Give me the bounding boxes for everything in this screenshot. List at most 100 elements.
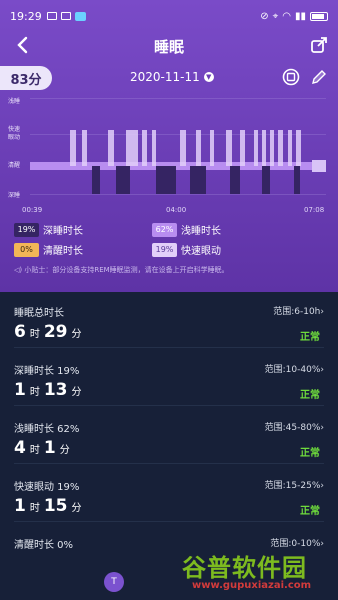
nav-bar: 睡眠 xyxy=(0,34,338,58)
gallery-icon xyxy=(46,12,57,20)
legend-awake: 0% 清醒时长 xyxy=(14,242,152,257)
deep-sleep-segment xyxy=(92,166,100,194)
date-selector[interactable]: 2020-11-11 ▼ xyxy=(130,70,214,84)
legend-row-2: 0% 清醒时长 19% 快速眼动 xyxy=(14,242,326,257)
watermark-text: 谷普软件园 xyxy=(182,554,307,582)
stat-row-rem[interactable]: 快速眼动 19% 范围:15-25%› 1 时 15 分 正常 xyxy=(14,466,324,522)
wake-segment xyxy=(312,160,326,172)
edit-button[interactable] xyxy=(310,68,328,86)
stat-label: 清醒时长 0% xyxy=(14,540,74,551)
deep-sleep-segment xyxy=(262,166,270,194)
rem-segment xyxy=(288,130,292,166)
stat-label: 睡眠总时长 xyxy=(14,308,64,319)
legend-rem-pct: 19% xyxy=(152,242,177,257)
legend-rem: 19% 快速眼动 xyxy=(152,242,290,257)
signal-icon: ▮▮ xyxy=(294,10,306,22)
chevron-right-icon: › xyxy=(320,423,324,433)
stat-range[interactable]: 范围:15-25%› xyxy=(265,478,324,491)
legend-deep-sleep-pct: 19% xyxy=(14,222,39,237)
rem-segment xyxy=(196,130,201,166)
rem-segment xyxy=(108,130,114,166)
chevron-right-icon: › xyxy=(320,307,324,317)
rem-segment xyxy=(278,130,283,166)
stat-status: 正常 xyxy=(300,390,320,401)
stat-range[interactable]: 范围:45-80%› xyxy=(265,420,324,433)
rem-segment xyxy=(210,130,214,166)
share-icon xyxy=(311,37,327,53)
rem-segment xyxy=(180,130,186,166)
pencil-icon xyxy=(312,70,326,84)
stat-label: 浅睡时长 62% xyxy=(14,424,80,435)
rem-segment xyxy=(70,130,76,166)
rem-segment xyxy=(134,130,138,166)
x-tick-end: 07:08 xyxy=(304,206,325,214)
stat-status: 正常 xyxy=(300,332,320,343)
stat-label: 快速眼动 19% xyxy=(14,482,80,493)
x-tick-start: 00:39 xyxy=(22,206,43,214)
location-icon: ⌖ xyxy=(272,10,279,22)
chevron-right-icon: › xyxy=(320,365,324,375)
rem-segment xyxy=(270,130,274,166)
rem-segment xyxy=(142,130,147,166)
deep-sleep-segment xyxy=(190,166,206,194)
legend-light-sleep-pct: 62% xyxy=(152,222,177,237)
floating-menu-button[interactable]: T xyxy=(104,572,124,592)
rem-segment xyxy=(226,130,232,166)
stat-value: 6 时 29 分 xyxy=(14,322,82,342)
legend-light-sleep: 62% 浅睡时长 xyxy=(152,222,290,237)
stat-row-total[interactable]: 睡眠总时长 范围:6-10h› 6 时 29 分 正常 xyxy=(14,292,324,348)
stat-status: 正常 xyxy=(300,506,320,517)
rem-segment xyxy=(254,130,258,166)
deep-sleep-segment xyxy=(156,166,176,194)
rem-segment xyxy=(152,130,156,166)
status-bar: 19:29 ⊘ ⌖ ◠ ▮▮ xyxy=(10,8,328,24)
legend-row-1: 19% 深睡时长 62% 浅睡时长 xyxy=(14,222,326,237)
chevron-right-icon: › xyxy=(320,481,324,491)
rem-segment xyxy=(240,130,245,166)
rem-segment xyxy=(126,130,134,166)
stat-range[interactable]: 范围:6-10h› xyxy=(273,304,324,317)
rem-segment xyxy=(296,130,301,166)
y-label-rem: 快速 眼动 xyxy=(8,126,21,141)
mute-icon: ⊘ xyxy=(260,10,269,22)
chart-gridline xyxy=(30,194,326,195)
chart-gridline xyxy=(30,98,326,99)
stat-label: 深睡时长 19% xyxy=(14,366,80,377)
y-label-light: 浅睡 xyxy=(8,98,21,105)
status-time: 19:29 xyxy=(10,9,42,23)
history-button[interactable] xyxy=(282,68,300,86)
calendar-icon xyxy=(282,68,300,86)
message-icon xyxy=(60,12,71,20)
sleep-score-badge: 83分 xyxy=(0,66,52,90)
watermark-logo: 谷普软件园 www.gupuxiazai.com xyxy=(182,548,334,596)
app-notification-icon xyxy=(74,11,86,21)
legend-rem-label: 快速眼动 xyxy=(181,246,221,257)
rem-segment xyxy=(262,130,266,166)
x-tick-mid: 04:00 xyxy=(166,206,187,214)
legend-deep-sleep-label: 深睡时长 xyxy=(43,226,83,237)
stat-status: 正常 xyxy=(300,448,320,459)
legend-awake-label: 清醒时长 xyxy=(43,246,83,257)
deep-sleep-segment xyxy=(116,166,130,194)
deep-sleep-segment xyxy=(230,166,240,194)
rem-segment xyxy=(82,130,87,166)
deep-sleep-segment xyxy=(294,166,300,194)
page-title: 睡眠 xyxy=(153,38,184,56)
share-button[interactable] xyxy=(310,36,328,54)
battery-icon xyxy=(310,11,328,21)
chevron-down-icon: ▼ xyxy=(203,72,214,82)
sleep-stage-chart xyxy=(30,98,326,195)
date-label: 2020-11-11 xyxy=(130,70,200,84)
stat-range[interactable]: 范围:10-40%› xyxy=(265,362,324,375)
stat-value: 1 时 13 分 xyxy=(14,380,82,400)
wifi-icon: ◠ xyxy=(282,10,291,22)
legend-deep-sleep: 19% 深睡时长 xyxy=(14,222,152,237)
stat-row-deep[interactable]: 深睡时长 19% 范围:10-40%› 1 时 13 分 正常 xyxy=(14,350,324,406)
stat-row-light[interactable]: 浅睡时长 62% 范围:45-80%› 4时1分 正常 xyxy=(14,408,324,464)
tip-text: ◁) 小贴士：部分设备支持REM睡眠监测，请在设备上开启科学睡眠。 xyxy=(14,266,229,274)
legend-awake-pct: 0% xyxy=(14,242,39,257)
y-label-awake: 清醒 xyxy=(8,162,21,169)
stat-value: 4时1分 xyxy=(14,438,70,458)
watermark-url: www.gupuxiazai.com xyxy=(192,580,312,591)
stat-value: 1 时 15 分 xyxy=(14,496,82,516)
